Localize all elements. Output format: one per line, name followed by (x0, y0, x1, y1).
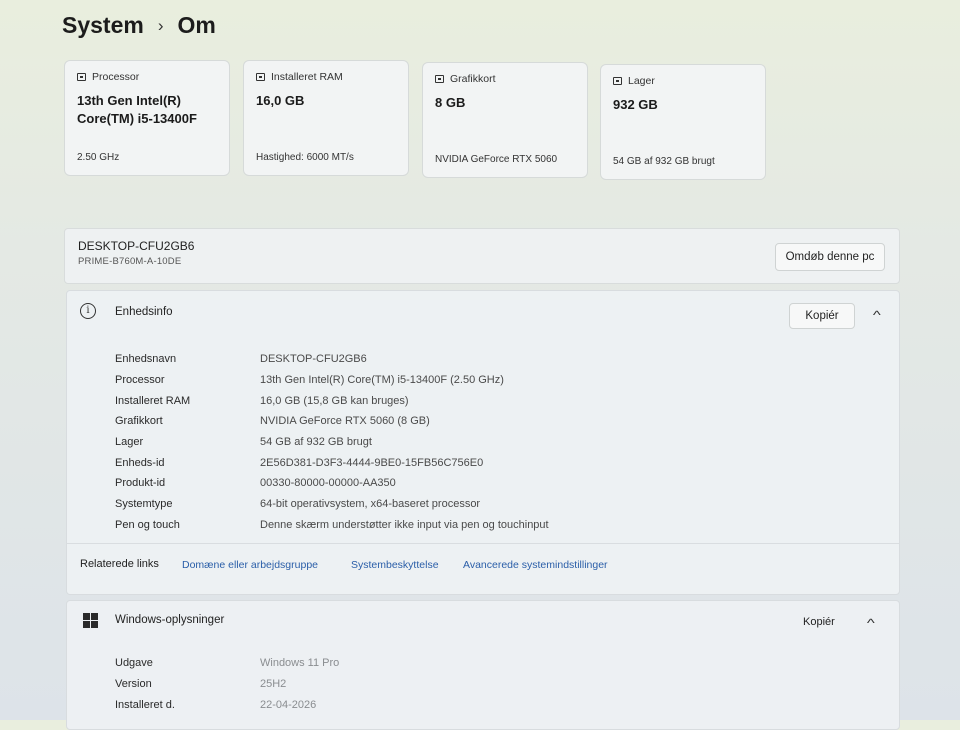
info-key: Udgave (115, 657, 153, 670)
info-value: 54 GB af 932 GB brugt (260, 436, 372, 449)
info-key: Produkt-id (115, 477, 166, 490)
breadcrumb: System › Om (62, 12, 216, 39)
windows-logo-icon (83, 613, 98, 628)
device-info-panel: i Enhedsinfo Kopiér ^ Enhedsnavn DESKTOP-… (66, 290, 900, 595)
device-info-list: Enhedsnavn DESKTOP-CFU2GB6 Processor 13th … (115, 349, 549, 535)
chevron-up-icon[interactable]: ^ (873, 308, 881, 322)
card-sub: 2.50 GHz (77, 152, 120, 163)
info-row: Udgave Windows 11 Pro (115, 653, 339, 674)
info-key: Systemtype (115, 498, 173, 511)
info-key: Enheds-id (115, 456, 165, 469)
card-value: 13th Gen Intel(R) Core(TM) i5-13400F (77, 93, 197, 126)
device-name: DESKTOP-CFU2GB6 (78, 239, 195, 253)
card-label: Processor (92, 71, 140, 83)
card-label: Grafikkort (450, 73, 496, 85)
windows-info-title: Windows-oplysninger (115, 614, 225, 626)
card-value: 932 GB (613, 97, 658, 112)
card-sub: Hastighed: 6000 MT/s (256, 152, 354, 163)
info-value: 16,0 GB (15,8 GB kan bruges) (260, 394, 409, 407)
link-domain-workgroup[interactable]: Domæne eller arbejdsgruppe (182, 559, 318, 571)
info-value: Denne skærm understøtter ikke input via … (260, 518, 549, 531)
link-advanced-settings[interactable]: Avancerede systemindstillinger (463, 559, 608, 571)
info-value: DESKTOP-CFU2GB6 (260, 353, 367, 366)
info-row: Version 25H2 (115, 674, 339, 695)
card-value: 16,0 GB (256, 93, 305, 108)
info-value: NVIDIA GeForce RTX 5060 (8 GB) (260, 415, 430, 428)
info-row: Enhedsnavn DESKTOP-CFU2GB6 (115, 349, 549, 370)
info-key: Lager (115, 436, 144, 449)
related-links: Relaterede links Domæne eller arbejdsgru… (67, 543, 899, 596)
info-value: 22-04-2026 (260, 698, 317, 711)
info-key: Grafikkort (115, 415, 163, 428)
info-value: 2E56D381-D3F3-4444-9BE0-15FB56C756E0 (260, 456, 484, 469)
related-links-label: Relaterede links (80, 558, 159, 570)
info-value: Windows 11 Pro (260, 657, 340, 670)
card-value: 8 GB (435, 95, 466, 110)
chevron-up-icon[interactable]: ^ (867, 616, 875, 630)
info-row: Produkt-id 00330-80000-00000-AA350 (115, 473, 549, 494)
info-row: Enheds-id 2E56D381-D3F3-4444-9BE0-15FB56C… (115, 452, 549, 473)
info-value: 00330-80000-00000-AA350 (260, 477, 396, 490)
info-value: 13th Gen Intel(R) Core(TM) i5-13400F (2.… (260, 374, 504, 387)
page-title: Om (177, 12, 216, 38)
device-name-bar: DESKTOP-CFU2GB6 PRIME-B760M-A-10DE Omdøb… (64, 228, 900, 284)
ram-icon (256, 73, 265, 81)
link-system-protection[interactable]: Systembeskyttelse (351, 559, 439, 571)
breadcrumb-separator-icon: › (157, 15, 164, 35)
ram-card: Installeret RAM 16,0 GB Hastighed: 6000 … (243, 60, 409, 176)
storage-card: Lager 932 GB 54 GB af 932 GB brugt (600, 64, 766, 180)
rename-pc-button[interactable]: Omdøb denne pc (775, 243, 885, 271)
processor-icon (77, 73, 86, 81)
info-key: Installeret d. (115, 698, 175, 711)
info-key: Pen og touch (115, 518, 180, 531)
device-model: PRIME-B760M-A-10DE (78, 256, 182, 267)
info-value: 25H2 (260, 678, 287, 691)
copy-windows-info-button[interactable]: Kopiér (803, 616, 835, 628)
info-key: Version (115, 678, 152, 691)
info-row: Systemtype 64-bit operativsystem, x64-bas… (115, 494, 549, 515)
info-key: Processor (115, 374, 165, 387)
card-sub: 54 GB af 932 GB brugt (613, 156, 715, 167)
info-row: Lager 54 GB af 932 GB brugt (115, 432, 549, 453)
card-sub: NVIDIA GeForce RTX 5060 (435, 154, 558, 165)
windows-info-list: Udgave Windows 11 Pro Version 25H2 Install… (115, 653, 339, 715)
info-row: Processor 13th Gen Intel(R) Core(TM) i5-1… (115, 370, 549, 391)
graphics-card-icon (435, 75, 444, 83)
info-row: Pen og touch Denne skærm understøtter ikk… (115, 515, 549, 536)
info-row: Grafikkort NVIDIA GeForce RTX 5060 (8 GB) (115, 411, 549, 432)
breadcrumb-system[interactable]: System (62, 12, 144, 39)
copy-device-info-button[interactable]: Kopiér (789, 303, 855, 329)
windows-info-panel: Windows-oplysninger Kopiér ^ Udgave Windo… (66, 600, 900, 730)
card-label: Installeret RAM (271, 71, 343, 83)
card-label: Lager (628, 75, 655, 87)
info-row: Installeret RAM 16,0 GB (15,8 GB kan brug… (115, 390, 549, 411)
info-value: 64-bit operativsystem, x64-baseret proce… (260, 498, 481, 511)
info-key: Installeret RAM (115, 394, 191, 407)
storage-icon (613, 77, 622, 85)
info-row: Installeret d. 22-04-2026 (115, 694, 339, 715)
info-key: Enhedsnavn (115, 353, 177, 366)
info-icon: i (80, 303, 96, 319)
device-info-header[interactable]: i Enhedsinfo Kopiér ^ (67, 291, 899, 335)
processor-card: Processor 13th Gen Intel(R) Core(TM) i5-… (64, 60, 230, 176)
device-info-title: Enhedsinfo (115, 306, 173, 318)
graphics-card: Grafikkort 8 GB NVIDIA GeForce RTX 5060 (422, 62, 588, 178)
